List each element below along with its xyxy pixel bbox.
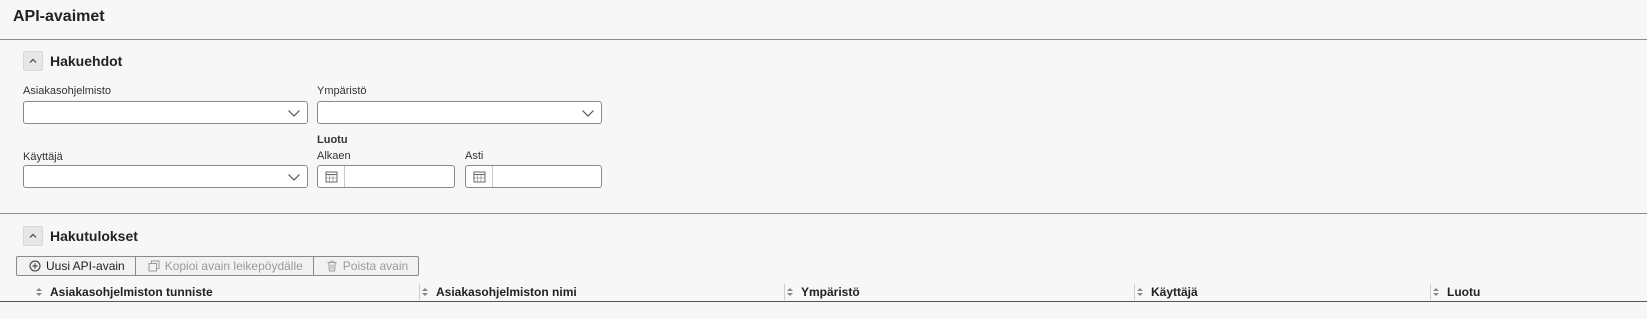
plus-circle-icon — [29, 260, 41, 272]
from-label: Alkaen — [317, 150, 351, 162]
env-label: Ympäristö — [317, 85, 367, 97]
results-section-header: Hakutulokset — [23, 226, 138, 246]
new-api-key-label: Uusi API-avain — [46, 259, 125, 273]
column-user[interactable]: Käyttäjä — [1135, 282, 1430, 302]
to-label: Asti — [465, 150, 484, 162]
new-api-key-button[interactable]: Uusi API-avain — [17, 257, 136, 275]
to-date-field[interactable] — [465, 165, 602, 188]
user-label: Käyttäjä — [23, 151, 63, 163]
page-title: API-avaimet — [13, 8, 105, 25]
delete-key-button[interactable]: Poista avain — [314, 257, 418, 275]
column-client-name[interactable]: Asiakasohjelmiston nimi — [420, 282, 784, 302]
column-created[interactable]: Luotu — [1431, 282, 1641, 302]
calendar-icon — [473, 171, 485, 183]
chevron-down-icon — [288, 174, 300, 181]
column-label: Luotu — [1447, 285, 1481, 299]
sort-icon — [1433, 288, 1439, 296]
chevron-up-icon — [29, 233, 37, 238]
from-date-field[interactable] — [317, 165, 455, 188]
results-toolbar: Uusi API-avain Kopioi avain leikepöydäll… — [16, 256, 420, 276]
user-select[interactable] — [23, 165, 308, 188]
column-label: Asiakasohjelmiston tunniste — [50, 285, 213, 299]
column-label: Asiakasohjelmiston nimi — [436, 285, 577, 299]
chevron-down-icon — [582, 110, 594, 117]
sort-icon — [1137, 288, 1143, 296]
search-section-header: Hakuehdot — [23, 51, 122, 71]
search-collapse-button[interactable] — [23, 51, 43, 71]
results-grid-header: Asiakasohjelmiston tunniste Asiakasohjel… — [0, 282, 1647, 302]
client-select[interactable] — [23, 101, 308, 124]
trash-icon — [327, 260, 337, 272]
calendar-icon — [325, 171, 337, 183]
column-label: Ympäristö — [801, 285, 860, 299]
copy-key-label: Kopioi avain leikepöydälle — [164, 259, 303, 273]
section-divider — [0, 213, 1647, 214]
column-client-id[interactable]: Asiakasohjelmiston tunniste — [34, 282, 419, 302]
search-section-title: Hakuehdot — [50, 53, 123, 69]
chevron-down-icon — [288, 110, 300, 117]
sort-icon — [787, 288, 793, 296]
page-header: API-avaimet — [0, 0, 1647, 40]
copy-icon — [148, 260, 160, 272]
calendar-button[interactable] — [318, 166, 345, 187]
results-collapse-button[interactable] — [23, 226, 43, 246]
chevron-up-icon — [29, 58, 37, 63]
env-select[interactable] — [317, 101, 602, 124]
sort-icon — [36, 288, 42, 296]
copy-key-button[interactable]: Kopioi avain leikepöydälle — [136, 257, 314, 275]
sort-icon — [422, 288, 428, 296]
client-label: Asiakasohjelmisto — [23, 85, 112, 97]
created-label: Luotu — [317, 134, 348, 146]
calendar-button[interactable] — [466, 166, 493, 187]
results-section-title: Hakutulokset — [50, 228, 138, 244]
delete-key-label: Poista avain — [342, 259, 409, 273]
column-environment[interactable]: Ympäristö — [785, 282, 1134, 302]
column-label: Käyttäjä — [1151, 285, 1198, 299]
